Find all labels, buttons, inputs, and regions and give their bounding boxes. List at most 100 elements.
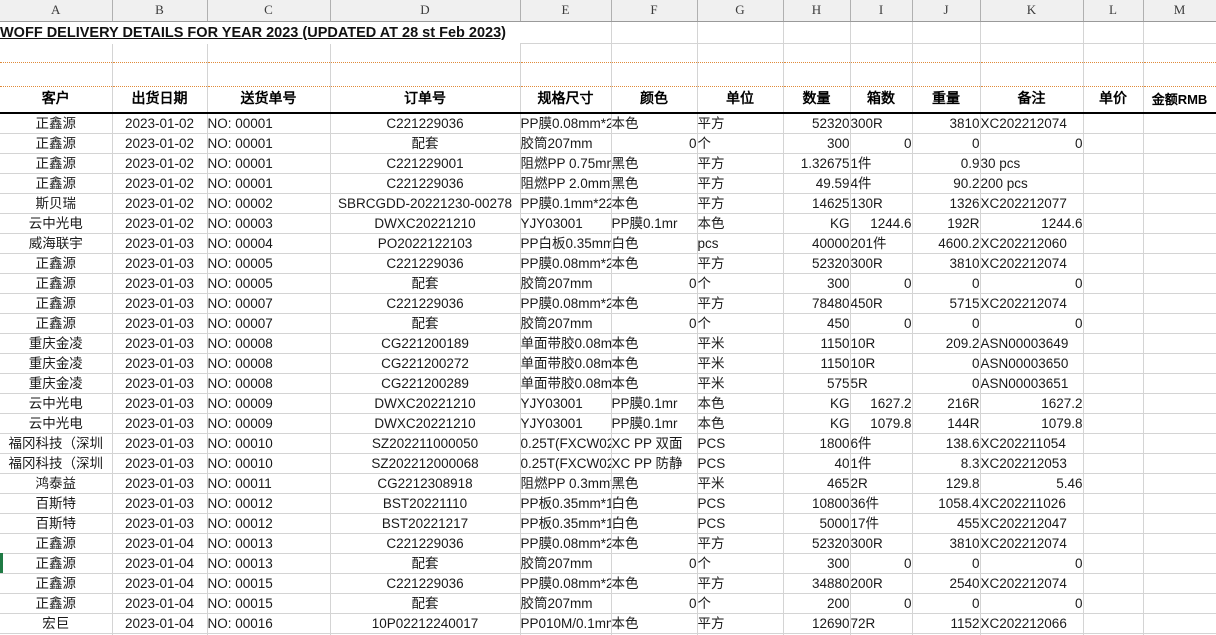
cell-i[interactable]: 300R <box>850 112 913 134</box>
cell-g[interactable]: 平方 <box>697 173 784 194</box>
cell-d[interactable]: 配套 <box>330 553 521 574</box>
cell-a[interactable]: 云中光电 <box>0 393 113 414</box>
column-header-f[interactable]: F <box>611 0 698 22</box>
cell-l[interactable] <box>1083 393 1144 414</box>
table-row[interactable]: 正鑫源 2023-01-02 NO: 00001 配套 胶筒207mm 0 个 300 0 0 0 <box>0 133 1216 154</box>
cell-l[interactable] <box>1083 253 1144 274</box>
cell-m[interactable] <box>1143 193 1216 214</box>
empty-cell[interactable] <box>207 43 331 63</box>
cell-j[interactable]: 1058.4 <box>912 493 981 514</box>
cell-k[interactable]: XC202211026 <box>980 493 1084 514</box>
cell-m[interactable] <box>1143 253 1216 274</box>
cell-i[interactable]: 300R <box>850 253 913 274</box>
cell-b[interactable]: 2023-01-03 <box>112 413 208 434</box>
empty-cell[interactable] <box>783 43 851 63</box>
cell-b[interactable]: 2023-01-03 <box>112 513 208 534</box>
empty-cell[interactable] <box>783 62 851 87</box>
empty-cell[interactable] <box>912 43 981 63</box>
cell-k[interactable]: XC202212074 <box>980 573 1084 594</box>
cell-i[interactable]: 1244.6 <box>850 213 913 234</box>
cell-g[interactable]: 个 <box>697 553 784 574</box>
cell-h[interactable]: 1.32675 <box>783 153 851 174</box>
cell-f[interactable]: 0 <box>611 553 698 574</box>
cell-i[interactable]: 300R <box>850 533 913 554</box>
table-row[interactable]: 百斯特 2023-01-03 NO: 00012 BST20221110 PP板0.35… <box>0 493 1216 514</box>
cell-d[interactable]: BST20221110 <box>330 493 521 514</box>
cell-d[interactable]: C221229036 <box>330 533 521 554</box>
cell-i[interactable]: 0 <box>850 593 913 614</box>
table-row[interactable]: 福冈科技（深圳 2023-01-03 NO: 00010 SZ202212000068… <box>0 453 1216 474</box>
cell-l[interactable] <box>1083 413 1144 434</box>
table-row[interactable]: 正鑫源 2023-01-02 NO: 00001 C221229001 阻燃PP 0.7… <box>0 153 1216 174</box>
cell-e[interactable]: 胶筒207mm <box>520 313 612 334</box>
cell-g[interactable]: 平方 <box>697 153 784 174</box>
cell-g[interactable]: 平米 <box>697 473 784 494</box>
cell-m[interactable] <box>1143 293 1216 314</box>
cell-b[interactable]: 2023-01-03 <box>112 453 208 474</box>
cell-a[interactable]: 福冈科技（深圳 <box>0 453 113 474</box>
cell-i[interactable]: 2R <box>850 473 913 494</box>
cell-d[interactable]: C221229036 <box>330 173 521 194</box>
column-title-e[interactable]: 规格尺寸 <box>520 86 612 114</box>
cell-k[interactable]: XC202212066 <box>980 613 1084 634</box>
empty-cell[interactable] <box>611 62 698 87</box>
cell-m[interactable] <box>1143 433 1216 454</box>
cell-a[interactable]: 正鑫源 <box>0 313 113 334</box>
cell-h[interactable]: 34880 <box>783 573 851 594</box>
empty-cell[interactable] <box>1083 21 1144 44</box>
cell-b[interactable]: 2023-01-03 <box>112 353 208 374</box>
cell-g[interactable]: 个 <box>697 273 784 294</box>
cell-a[interactable]: 正鑫源 <box>0 153 113 174</box>
cell-i[interactable]: 450R <box>850 293 913 314</box>
cell-d[interactable]: DWXC20221210 <box>330 393 521 414</box>
cell-j[interactable]: 3810 <box>912 112 981 134</box>
cell-e[interactable]: PP膜0.1mm*22! <box>520 193 612 214</box>
cell-d[interactable]: CG221200272 <box>330 353 521 374</box>
cell-k[interactable]: XC202212074 <box>980 293 1084 314</box>
cell-g[interactable]: 本色 <box>697 413 784 434</box>
cell-a[interactable]: 云中光电 <box>0 413 113 434</box>
cell-f[interactable]: 本色 <box>611 293 698 314</box>
cell-e[interactable]: PP膜0.08mm*2: <box>520 533 612 554</box>
column-header-c[interactable]: C <box>207 0 331 22</box>
cell-l[interactable] <box>1083 233 1144 254</box>
cell-l[interactable] <box>1083 553 1144 574</box>
cell-i[interactable]: 72R <box>850 613 913 634</box>
cell-d[interactable]: 配套 <box>330 593 521 614</box>
cell-e[interactable]: 单面带胶0.08m <box>520 353 612 374</box>
table-row[interactable]: 威海联宇 2023-01-03 NO: 00004 PO2022122103 PP白板0… <box>0 233 1216 254</box>
cell-j[interactable]: 3810 <box>912 533 981 554</box>
cell-k[interactable]: 0 <box>980 133 1084 154</box>
cell-f[interactable]: PP膜0.1mr <box>611 393 698 414</box>
cell-d[interactable]: DWXC20221210 <box>330 413 521 434</box>
cell-d[interactable]: 10P02212240017 <box>330 613 521 634</box>
empty-cell[interactable] <box>912 62 981 87</box>
cell-f[interactable]: PP膜0.1mr <box>611 413 698 434</box>
cell-b[interactable]: 2023-01-04 <box>112 533 208 554</box>
table-row[interactable]: 正鑫源 2023-01-02 NO: 00001 C221229036 阻燃PP 2.0… <box>0 173 1216 194</box>
cell-b[interactable]: 2023-01-03 <box>112 293 208 314</box>
cell-g[interactable]: 平方 <box>697 253 784 274</box>
cell-f[interactable]: XC PP 双面 <box>611 433 698 454</box>
cell-g[interactable]: 个 <box>697 593 784 614</box>
empty-cell[interactable] <box>850 62 913 87</box>
cell-j[interactable]: 3810 <box>912 253 981 274</box>
column-header-k[interactable]: K <box>980 0 1084 22</box>
cell-i[interactable]: 1件 <box>850 153 913 174</box>
table-row[interactable]: 斯贝瑞 2023-01-02 NO: 00002 SBRCGDD-20221230-0… <box>0 193 1216 214</box>
cell-e[interactable]: PP010M/0.1mm <box>520 613 612 634</box>
cell-m[interactable] <box>1143 112 1216 134</box>
cell-j[interactable]: 0 <box>912 353 981 374</box>
cell-d[interactable]: 配套 <box>330 273 521 294</box>
cell-h[interactable]: 1150 <box>783 333 851 354</box>
cell-h[interactable]: 49.59 <box>783 173 851 194</box>
cell-k[interactable]: XC202212074 <box>980 253 1084 274</box>
cell-f[interactable]: 0 <box>611 273 698 294</box>
cell-c[interactable]: NO: 00001 <box>207 133 331 154</box>
empty-cell[interactable] <box>520 43 612 63</box>
cell-e[interactable]: PP板0.35mm*1: <box>520 493 612 514</box>
cell-d[interactable]: C221229001 <box>330 153 521 174</box>
cell-b[interactable]: 2023-01-04 <box>112 553 208 574</box>
cell-b[interactable]: 2023-01-04 <box>112 593 208 614</box>
empty-cell[interactable] <box>980 21 1084 44</box>
